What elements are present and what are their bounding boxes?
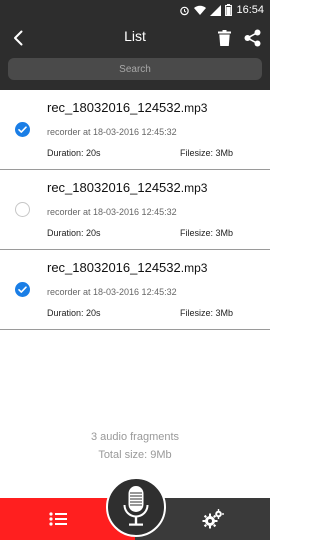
status-bar: 16:54 bbox=[0, 0, 270, 20]
summary: 3 audio fragments Total size: 9Mb bbox=[0, 428, 270, 464]
top-bar: 16:54 List bbox=[0, 0, 270, 90]
recordings-list: rec_18032016_124532.mp3 recorder at 18-0… bbox=[0, 90, 270, 330]
share-button[interactable] bbox=[240, 26, 264, 50]
recording-duration: Duration: 20s bbox=[47, 308, 101, 318]
list-item[interactable]: rec_18032016_124532.mp3 recorder at 18-0… bbox=[0, 90, 270, 170]
recording-meta: recorder at 18-03-2016 12:45:32 bbox=[47, 127, 177, 137]
recording-duration: Duration: 20s bbox=[47, 228, 101, 238]
checkbox-unchecked[interactable] bbox=[15, 202, 30, 217]
recording-filesize: Filesize: 3Mb bbox=[179, 228, 233, 238]
recording-extension: .mp3 bbox=[180, 101, 208, 115]
status-icons: 16:54 bbox=[179, 3, 264, 17]
recording-filesize: Filesize: 3Mb bbox=[179, 148, 233, 158]
checkmark-icon bbox=[18, 286, 27, 293]
wifi-icon bbox=[194, 5, 207, 15]
fragment-count: 3 audio fragments bbox=[90, 431, 180, 443]
list-item[interactable]: rec_18032016_124532.mp3 recorder at 18-0… bbox=[0, 170, 270, 250]
recording-filesize: Filesize: 3Mb bbox=[179, 308, 233, 318]
recording-filename: rec_18032016_124532 bbox=[47, 180, 181, 195]
recording-filename: rec_18032016_124532 bbox=[47, 100, 181, 115]
delete-button[interactable] bbox=[212, 26, 236, 50]
signal-icon bbox=[210, 4, 222, 16]
trash-icon bbox=[217, 30, 231, 46]
recording-duration: Duration: 20s bbox=[47, 148, 101, 158]
search-bar[interactable] bbox=[8, 58, 262, 80]
recording-meta: recorder at 18-03-2016 12:45:32 bbox=[47, 287, 177, 297]
list-item[interactable]: rec_18032016_124532.mp3 recorder at 18-0… bbox=[0, 250, 270, 330]
recording-extension: .mp3 bbox=[180, 181, 208, 195]
recording-name: rec_18032016_124532.mp3 bbox=[47, 260, 207, 275]
recording-name: rec_18032016_124532.mp3 bbox=[47, 100, 207, 115]
recording-name: rec_18032016_124532.mp3 bbox=[47, 180, 207, 195]
alarm-icon bbox=[180, 6, 190, 15]
status-time: 16:54 bbox=[236, 4, 264, 16]
microphone-icon bbox=[123, 486, 149, 526]
checkbox-checked[interactable] bbox=[15, 282, 30, 297]
recording-extension: .mp3 bbox=[180, 261, 208, 275]
share-icon bbox=[244, 29, 260, 47]
gears-icon bbox=[202, 509, 224, 529]
search-input[interactable] bbox=[8, 58, 262, 80]
checkmark-icon bbox=[18, 126, 27, 133]
battery-icon bbox=[225, 4, 233, 16]
recording-meta: recorder at 18-03-2016 12:45:32 bbox=[47, 207, 177, 217]
recording-filename: rec_18032016_124532 bbox=[47, 260, 181, 275]
total-size: Total size: 9Mb bbox=[98, 449, 172, 461]
record-button[interactable] bbox=[106, 477, 166, 537]
checkbox-checked[interactable] bbox=[15, 122, 30, 137]
list-icon bbox=[48, 512, 67, 526]
header: List bbox=[0, 22, 270, 54]
